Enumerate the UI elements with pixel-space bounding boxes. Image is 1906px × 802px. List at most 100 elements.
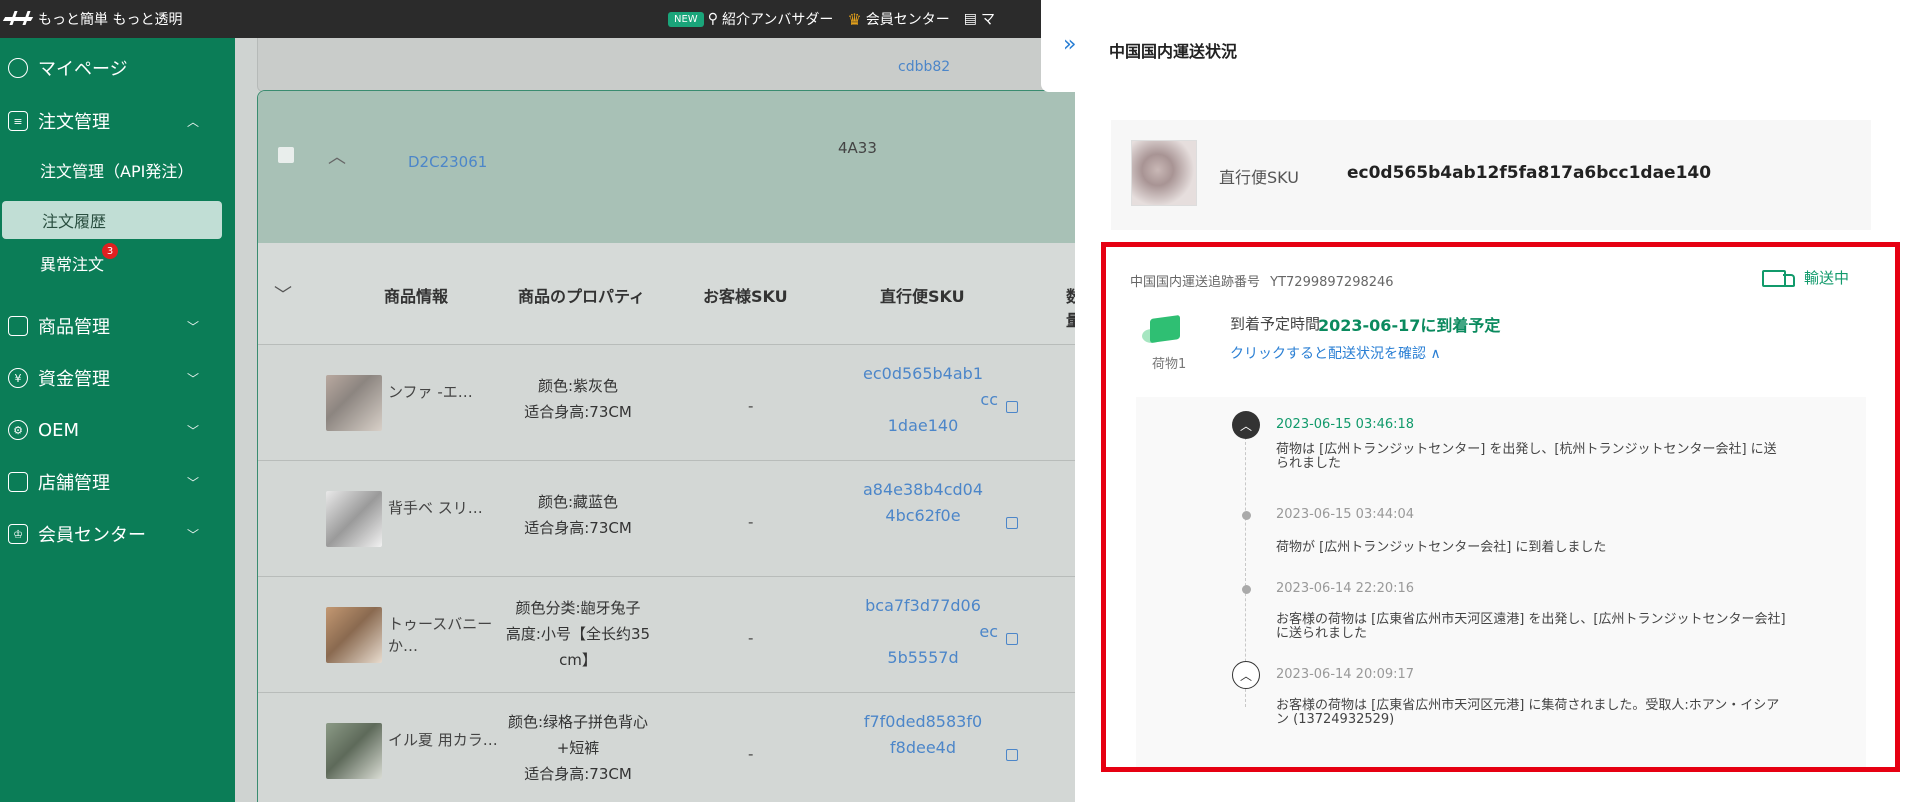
direct-sku[interactable]: ec0d565b4ab1 cc 1dae140 bbox=[848, 361, 998, 439]
sku-line: ec0d565b4ab1 bbox=[863, 364, 983, 383]
product-thumbnail[interactable] bbox=[326, 491, 382, 547]
chevron-up-icon: ︿ bbox=[186, 114, 199, 129]
product-name[interactable]: トゥースバニー か… bbox=[388, 613, 498, 657]
tracking-number: 中国国内運送追跡番号 YT7299897298246 bbox=[1130, 271, 1394, 290]
copy-icon[interactable] bbox=[1006, 749, 1018, 761]
tracking-label: 中国国内運送追跡番号 bbox=[1130, 275, 1261, 290]
sidebar-item-order-api[interactable]: 注文管理（API発注） bbox=[0, 151, 235, 189]
event-time: 2023-06-14 20:09:17 bbox=[1276, 667, 1415, 682]
package-icon bbox=[1142, 309, 1186, 345]
product-props: 颜色:紫灰色 适合身高:73CM bbox=[498, 373, 658, 425]
collapse-drawer-icon[interactable]: » bbox=[1063, 32, 1076, 57]
ambassador-link[interactable]: NEW ⚲ 紹介アンバサダー bbox=[668, 9, 833, 29]
product-thumbnail[interactable] bbox=[326, 607, 382, 663]
direct-sku[interactable]: f7f0ded8583f0 f8dee4d bbox=[848, 709, 998, 761]
col-direct-sku: 直行便SKU bbox=[880, 287, 965, 306]
sidebar-item-label: 注文管理（API発注） bbox=[40, 162, 194, 181]
previous-sku-link[interactable]: cdbb82 bbox=[898, 59, 950, 75]
sidebar-item-abnormal-orders[interactable]: 異常注文 3 bbox=[0, 243, 235, 282]
col-quantity: 数量 bbox=[1066, 283, 1075, 331]
prop-line: cm】 bbox=[559, 651, 597, 669]
package-name: 荷物1 bbox=[1152, 357, 1187, 372]
sidebar-item-oem[interactable]: ⚙ OEM ﹀ bbox=[0, 410, 235, 450]
chevron-down-icon[interactable]: ﹀ bbox=[274, 281, 292, 307]
event-time: 2023-06-15 03:44:04 bbox=[1276, 507, 1415, 522]
copy-icon[interactable] bbox=[1006, 401, 1018, 413]
sidebar-item-store-mgmt[interactable]: 店舗管理 ﹀ bbox=[0, 462, 235, 502]
sidebar-item-fund-mgmt[interactable]: ¥ 資金管理 ﹀ bbox=[0, 358, 235, 398]
tracking-panel: 中国国内運送追跡番号 YT7299897298246 輸送中 荷物1 到着予定時… bbox=[1101, 242, 1900, 772]
more-link[interactable]: ▤ マ bbox=[964, 9, 995, 29]
sidebar-item-label: 商品管理 bbox=[38, 317, 110, 338]
event-desc: お客様の荷物は [広東省広州市天河区遠港] を出発し、[広州トランジットセンター… bbox=[1276, 612, 1786, 641]
bag-icon bbox=[8, 316, 28, 336]
drawer-header: » 中国国内運送状況 bbox=[1041, 0, 1906, 92]
sku-line: 4bc62f0e bbox=[885, 506, 961, 525]
direct-sku[interactable]: bca7f3d77d06 ec 5b5557d bbox=[848, 593, 998, 671]
order-card: ︿ D2C23061 4A33 ﹀ 商品情報 商品のプロパティ お客様SKU 直… bbox=[257, 90, 1075, 802]
logo[interactable]: もっと簡単 もっと透明 bbox=[0, 9, 182, 29]
sidebar-item-order-mgmt[interactable]: ≡ 注文管理 ︿ bbox=[0, 101, 235, 141]
copy-icon[interactable] bbox=[1006, 517, 1018, 529]
drawer-title: 中国国内運送状況 bbox=[1109, 42, 1238, 61]
chevron-down-icon: ﹀ bbox=[186, 319, 199, 334]
sidebar-item-label: 店舗管理 bbox=[38, 473, 110, 494]
product-name[interactable]: 背手ベ スリ… bbox=[388, 497, 498, 519]
sidebar-item-mypage[interactable]: マイページ bbox=[0, 48, 235, 88]
sku-line: cc bbox=[980, 390, 998, 409]
sku-line: ec bbox=[979, 622, 998, 641]
prop-line: 适合身高:73CM bbox=[524, 765, 632, 783]
store-icon bbox=[8, 472, 28, 492]
chevron-down-icon: ﹀ bbox=[186, 371, 199, 386]
sku-line: f7f0ded8583f0 bbox=[863, 712, 983, 731]
product-name[interactable]: イル夏 用カラ… bbox=[388, 729, 498, 751]
chevron-up-icon[interactable]: ︿ bbox=[328, 143, 346, 169]
sidebar-item-label: OEM bbox=[38, 419, 80, 441]
person-icon: ⚲ bbox=[707, 11, 718, 27]
ambassador-label: 紹介アンバサダー bbox=[721, 12, 834, 28]
tracking-timeline: ︿ 2023-06-15 03:46:18 荷物は [広州トランジットセンター]… bbox=[1136, 397, 1866, 767]
direct-sku[interactable]: a84e38b4cd04 4bc62f0e bbox=[848, 477, 998, 529]
col-product-info: 商品情報 bbox=[384, 287, 449, 306]
event-desc: お客様の荷物は [広東省広州市天河区元港] に集荷されました。受取人:ホアン・イ… bbox=[1276, 698, 1780, 727]
product-props: 颜色:藏蓝色 适合身高:73CM bbox=[498, 489, 658, 541]
chevron-down-icon: ﹀ bbox=[186, 527, 199, 542]
new-badge: NEW bbox=[668, 11, 704, 27]
sidebar-item-member-center[interactable]: ♔ 会員センター ﹀ bbox=[0, 514, 235, 554]
member-center-link[interactable]: ♛ 会員センター bbox=[847, 9, 949, 29]
product-name[interactable]: ンファ -エ… bbox=[388, 381, 498, 403]
collapse-up-icon[interactable]: ︿ bbox=[1232, 411, 1260, 439]
product-props: 颜色分类:龅牙兔子 高度:小号【全长约35 cm】 bbox=[498, 595, 658, 673]
eta-value: 2023-06-17に到着予定 bbox=[1318, 316, 1501, 335]
sku-line: 1dae140 bbox=[887, 416, 959, 435]
more-label: マ bbox=[980, 12, 995, 28]
order-id[interactable]: D2C23061 bbox=[408, 153, 487, 171]
gear-icon: ⚙ bbox=[8, 420, 28, 440]
sidebar-item-label: 資金管理 bbox=[38, 369, 110, 390]
sidebar-item-label: 異常注文 bbox=[40, 255, 105, 274]
table-row: 背手ベ スリ… 颜色:藏蓝色 适合身高:73CM - a84e38b4cd04 … bbox=[258, 461, 1075, 577]
logo-text: もっと簡単 もっと透明 bbox=[38, 12, 183, 28]
sidebar-item-order-history[interactable]: 注文履歴 bbox=[2, 201, 222, 239]
product-thumbnail[interactable] bbox=[326, 723, 382, 779]
crown-icon: ♛ bbox=[847, 9, 862, 29]
col-product-props: 商品のプロパティ bbox=[518, 287, 646, 306]
expand-up-icon[interactable]: ︿ bbox=[1232, 661, 1260, 689]
customer-sku: - bbox=[748, 629, 754, 647]
table-header: ﹀ 商品情報 商品のプロパティ お客様SKU 直行便SKU 数量 bbox=[258, 243, 1075, 345]
check-status-link[interactable]: クリックすると配送状況を確認 ∧ bbox=[1230, 343, 1441, 363]
copy-icon[interactable] bbox=[1006, 633, 1018, 645]
product-thumbnail[interactable] bbox=[326, 375, 382, 431]
product-image bbox=[1131, 140, 1197, 206]
prop-line: 颜色:绿格子拼色背心 bbox=[507, 713, 649, 731]
event-time: 2023-06-14 22:20:16 bbox=[1276, 581, 1415, 596]
sidebar-item-label: マイページ bbox=[38, 59, 128, 80]
chevron-down-icon: ﹀ bbox=[186, 423, 199, 438]
order-checkbox[interactable] bbox=[278, 147, 294, 163]
customer-sku: - bbox=[748, 397, 754, 415]
chevron-down-icon: ﹀ bbox=[186, 475, 199, 490]
sku-line: 5b5557d bbox=[887, 648, 959, 667]
previous-order-card: cdbb82 bbox=[257, 38, 1075, 92]
sidebar-item-product-mgmt[interactable]: 商品管理 ﹀ bbox=[0, 306, 235, 346]
table-row: トゥースバニー か… 颜色分类:龅牙兔子 高度:小号【全长约35 cm】 - b… bbox=[258, 577, 1075, 693]
